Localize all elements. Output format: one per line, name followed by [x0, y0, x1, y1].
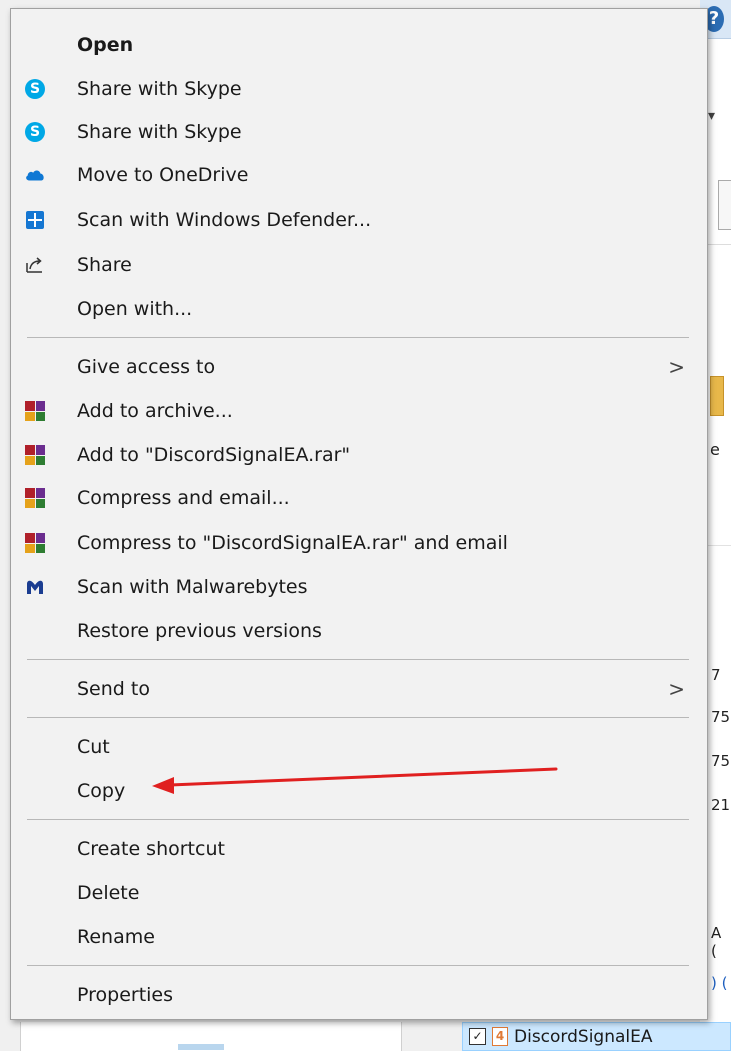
- ribbon-expand-icon[interactable]: ▾: [708, 108, 715, 124]
- menu-separator: [27, 717, 689, 718]
- menu-item-label: Move to OneDrive: [77, 164, 249, 186]
- menu-item-label: Cut: [77, 736, 110, 758]
- menu-item-add-rar[interactable]: Add to "DiscordSignalEA.rar": [11, 433, 707, 477]
- menu-item-open-with[interactable]: Open with...: [11, 287, 707, 331]
- submenu-arrow-icon: >: [668, 355, 685, 379]
- menu-item-scan-defender[interactable]: Scan with Windows Defender...: [11, 198, 707, 242]
- menu-item-share-skype[interactable]: S Share with Skype: [11, 67, 707, 111]
- menu-item-label: Open with...: [77, 298, 193, 320]
- menu-item-label: Open: [77, 34, 134, 56]
- skype-icon: S: [25, 79, 45, 99]
- winrar-icon: [25, 533, 45, 553]
- malwarebytes-icon: [25, 577, 45, 597]
- context-menu: Open S Share with Skype S Share with Sky…: [10, 8, 708, 1020]
- share-icon: [25, 255, 45, 275]
- file-detail-fragment: A (: [711, 924, 722, 960]
- menu-item-send-to[interactable]: Send to >: [11, 667, 707, 711]
- menu-item-label: Share: [77, 254, 132, 276]
- file-detail-fragment: 75: [711, 752, 731, 770]
- menu-item-label: Share with Skype: [77, 78, 242, 100]
- winrar-icon: [25, 488, 45, 508]
- menu-item-label: Copy: [77, 780, 126, 802]
- winrar-icon: [25, 445, 45, 465]
- menu-item-label: Give access to: [77, 356, 216, 378]
- defender-icon: [25, 210, 45, 230]
- menu-item-label: Share with Skype: [77, 121, 242, 143]
- menu-item-create-shortcut[interactable]: Create shortcut: [11, 827, 707, 871]
- file-detail-fragment: 21: [711, 796, 731, 814]
- annotation-arrow-icon: [152, 767, 558, 794]
- menu-item-label: Create shortcut: [77, 838, 225, 860]
- checkbox-icon[interactable]: ✓: [469, 1028, 486, 1045]
- skype-icon: S: [25, 122, 45, 142]
- menu-item-share[interactable]: Share: [11, 243, 707, 287]
- menu-item-label: Scan with Windows Defender...: [77, 209, 372, 231]
- menu-item-add-archive[interactable]: Add to archive...: [11, 389, 707, 433]
- menu-item-give-access[interactable]: Give access to >: [11, 345, 707, 389]
- menu-item-label: Send to: [77, 678, 150, 700]
- menu-item-label: Restore previous versions: [77, 620, 322, 642]
- menu-item-compress-email[interactable]: Compress and email...: [11, 476, 707, 520]
- selected-file-row[interactable]: ✓ 4 DiscordSignalEA: [462, 1022, 731, 1051]
- file-detail-fragment: 7: [711, 666, 721, 684]
- mql4-file-icon: 4: [492, 1027, 508, 1046]
- file-detail-fragment: 75: [711, 708, 731, 726]
- menu-item-share-skype-2[interactable]: S Share with Skype: [11, 110, 707, 154]
- menu-item-compress-rar-email[interactable]: Compress to "DiscordSignalEA.rar" and em…: [11, 521, 707, 565]
- menu-item-label: Delete: [77, 882, 140, 904]
- address-bar-fragment[interactable]: [718, 180, 731, 230]
- menu-item-open[interactable]: Open: [11, 23, 707, 67]
- explorer-fragment-text: e: [710, 440, 720, 459]
- menu-item-scan-malwarebytes[interactable]: Scan with Malwarebytes: [11, 565, 707, 609]
- menu-item-delete[interactable]: Delete: [11, 871, 707, 915]
- menu-item-label: Scan with Malwarebytes: [77, 576, 308, 598]
- selected-file-name: DiscordSignalEA: [514, 1026, 653, 1047]
- menu-item-properties[interactable]: Properties: [11, 973, 707, 1017]
- menu-separator: [27, 965, 689, 966]
- menu-separator: [27, 819, 689, 820]
- menu-item-label: Compress and email...: [77, 487, 290, 509]
- navigation-scroll-thumb[interactable]: [178, 1044, 224, 1050]
- menu-item-label: Compress to "DiscordSignalEA.rar" and em…: [77, 532, 508, 554]
- menu-item-move-onedrive[interactable]: Move to OneDrive: [11, 153, 707, 197]
- winrar-icon: [25, 401, 45, 421]
- menu-separator: [27, 337, 689, 338]
- menu-item-restore-versions[interactable]: Restore previous versions: [11, 609, 707, 653]
- file-detail-fragment: ) (: [711, 974, 728, 992]
- onedrive-icon: [25, 165, 45, 185]
- menu-separator: [27, 659, 689, 660]
- menu-item-label: Add to "DiscordSignalEA.rar": [77, 444, 351, 466]
- menu-item-rename[interactable]: Rename: [11, 915, 707, 959]
- folder-icon: [710, 376, 724, 416]
- menu-item-label: Add to archive...: [77, 400, 233, 422]
- menu-item-label: Rename: [77, 926, 155, 948]
- menu-item-label: Properties: [77, 984, 174, 1006]
- submenu-arrow-icon: >: [668, 677, 685, 701]
